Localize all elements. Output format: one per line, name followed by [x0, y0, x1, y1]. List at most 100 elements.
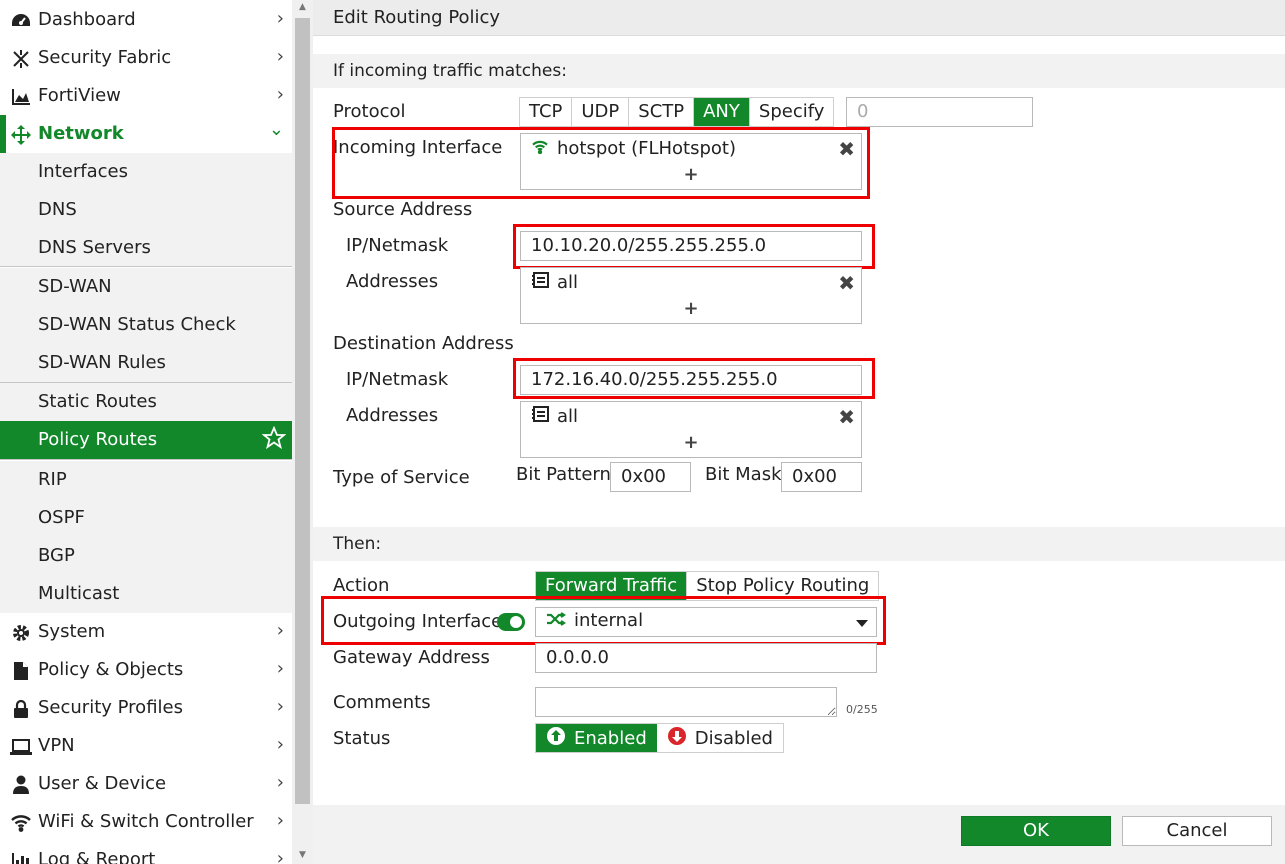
sidebar-subitem-label: Interfaces [38, 161, 128, 182]
action-label: Action [333, 575, 390, 596]
chevron-right-icon: › [276, 734, 284, 755]
star-icon[interactable] [261, 425, 287, 455]
protocol-option-tcp[interactable]: TCP [520, 98, 573, 126]
status-disabled-option[interactable]: Disabled [657, 724, 783, 752]
sidebar-subitem-dns-servers[interactable]: DNS Servers [0, 229, 292, 267]
sidebar-subitem-sd-wan-rules[interactable]: SD-WAN Rules [0, 344, 292, 382]
sidebar-item-system[interactable]: System › [0, 613, 292, 651]
remove-icon[interactable]: ✖ [838, 405, 855, 429]
bit-pattern-input[interactable]: 0x00 [610, 462, 691, 492]
sidebar-subitem-bgp[interactable]: BGP [0, 537, 292, 575]
status-enabled-option[interactable]: Enabled [536, 724, 657, 752]
scroll-down-icon[interactable]: ▼ [296, 850, 309, 860]
arrow-up-circle-icon [546, 726, 566, 751]
divider [0, 266, 292, 267]
sidebar-subitem-dns[interactable]: DNS [0, 191, 292, 229]
chevron-right-icon: › [276, 810, 284, 831]
protocol-option-any[interactable]: ANY [694, 98, 750, 126]
laptop-icon [10, 736, 32, 758]
chevron-right-icon: › [276, 772, 284, 793]
source-addresses-field[interactable]: all ✖ + [520, 267, 862, 324]
sidebar-item-security-profiles[interactable]: Security Profiles › [0, 689, 292, 727]
page-header: Edit Routing Policy [313, 0, 1285, 36]
sidebar-item-label: Policy & Objects [38, 659, 184, 680]
destination-addresses-field[interactable]: all ✖ + [520, 401, 862, 458]
protocol-option-sctp[interactable]: SCTP [629, 98, 695, 126]
status-label: Status [333, 728, 391, 749]
chevron-right-icon: › [276, 620, 284, 641]
sidebar-subitem-label: SD-WAN Rules [38, 352, 166, 373]
sidebar-item-security-fabric[interactable]: Security Fabric › [0, 39, 292, 77]
sidebar-subitem-label: SD-WAN Status Check [38, 314, 236, 335]
wifi-icon [10, 812, 32, 834]
status-disabled-label: Disabled [694, 727, 773, 749]
bit-pattern-label: Bit Pattern [516, 464, 611, 485]
arrow-down-circle-icon [667, 726, 687, 751]
match-section-heading: If incoming traffic matches: [313, 54, 1285, 88]
comments-counter: 0/255 [846, 703, 878, 716]
dialog-footer: OK Cancel [313, 805, 1285, 864]
sidebar-item-vpn[interactable]: VPN › [0, 727, 292, 765]
chevron-right-icon: › [276, 658, 284, 679]
then-section-heading: Then: [313, 527, 1285, 561]
sidebar-scrollbar[interactable]: ▲ ▼ [292, 0, 313, 864]
protocol-label: Protocol [333, 101, 406, 122]
chevron-right-icon: › [276, 696, 284, 717]
cancel-button[interactable]: Cancel [1122, 816, 1272, 846]
sidebar-item-label: FortiView [38, 85, 121, 106]
destination-addresses-label: Addresses [346, 405, 439, 426]
sidebar-item-label: Dashboard [38, 9, 136, 30]
sidebar-item-label: User & Device [38, 773, 167, 794]
chevron-right-icon: › [276, 848, 284, 864]
scroll-up-icon[interactable]: ▲ [296, 2, 309, 12]
protocol-option-udp[interactable]: UDP [572, 98, 630, 126]
network-icon [10, 124, 32, 146]
status-enabled-label: Enabled [574, 727, 647, 749]
status-selector: Enabled Disabled [535, 723, 784, 753]
scrollbar-thumb[interactable] [295, 18, 310, 804]
sidebar-subitem-label: OSPF [38, 507, 85, 528]
protocol-number-input[interactable]: 0 [846, 97, 1033, 127]
sidebar-subitem-label: SD-WAN [38, 276, 112, 297]
sidebar-item-network[interactable]: Network ⌄ [0, 115, 292, 153]
lock-icon [10, 698, 32, 720]
source-ipmask-label: IP/Netmask [346, 235, 449, 256]
add-icon[interactable]: + [521, 298, 861, 319]
protocol-selector: TCP UDP SCTP ANY Specify [519, 97, 835, 127]
sidebar-item-log-report[interactable]: Log & Report › [0, 841, 292, 864]
sidebar-item-policy-objects[interactable]: Policy & Objects › [0, 651, 292, 689]
bar-chart-icon [10, 850, 32, 864]
sidebar-subitem-sd-wan[interactable]: SD-WAN [0, 268, 292, 306]
sidebar: Dashboard › Security Fabric › FortiView … [0, 0, 292, 864]
sidebar-subitem-multicast[interactable]: Multicast [0, 575, 292, 613]
sidebar-subitem-rip[interactable]: RIP [0, 461, 292, 499]
chevron-right-icon: › [276, 84, 284, 105]
sidebar-subitem-interfaces[interactable]: Interfaces [0, 153, 292, 191]
comments-textarea[interactable] [535, 687, 837, 717]
user-icon [10, 774, 32, 796]
sidebar-item-user-device[interactable]: User & Device › [0, 765, 292, 803]
sidebar-item-dashboard[interactable]: Dashboard › [0, 1, 292, 39]
protocol-option-specify[interactable]: Specify [750, 98, 834, 126]
sidebar-item-fortiview[interactable]: FortiView › [0, 77, 292, 115]
remove-icon[interactable]: ✖ [838, 271, 855, 295]
policy-objects-icon [10, 660, 32, 682]
address-book-icon [531, 272, 549, 293]
sidebar-subitem-policy-routes[interactable]: Policy Routes [0, 421, 292, 459]
source-address-entry: all [531, 272, 578, 293]
sidebar-subitem-label: RIP [38, 469, 67, 490]
sidebar-item-label: Log & Report [38, 849, 156, 864]
sidebar-subitem-static-routes[interactable]: Static Routes [0, 383, 292, 421]
section-heading-text: If incoming traffic matches: [333, 61, 567, 81]
gear-icon [10, 622, 32, 644]
comments-label: Comments [333, 692, 431, 713]
sidebar-item-label: WiFi & Switch Controller [38, 811, 254, 832]
ok-button[interactable]: OK [961, 816, 1111, 846]
sidebar-subitem-sd-wan-status-check[interactable]: SD-WAN Status Check [0, 306, 292, 344]
gateway-input[interactable]: 0.0.0.0 [535, 643, 877, 673]
add-icon[interactable]: + [521, 432, 861, 453]
bit-mask-input[interactable]: 0x00 [781, 462, 862, 492]
security-fabric-icon [10, 48, 32, 70]
sidebar-item-wifi-switch[interactable]: WiFi & Switch Controller › [0, 803, 292, 841]
sidebar-subitem-ospf[interactable]: OSPF [0, 499, 292, 537]
